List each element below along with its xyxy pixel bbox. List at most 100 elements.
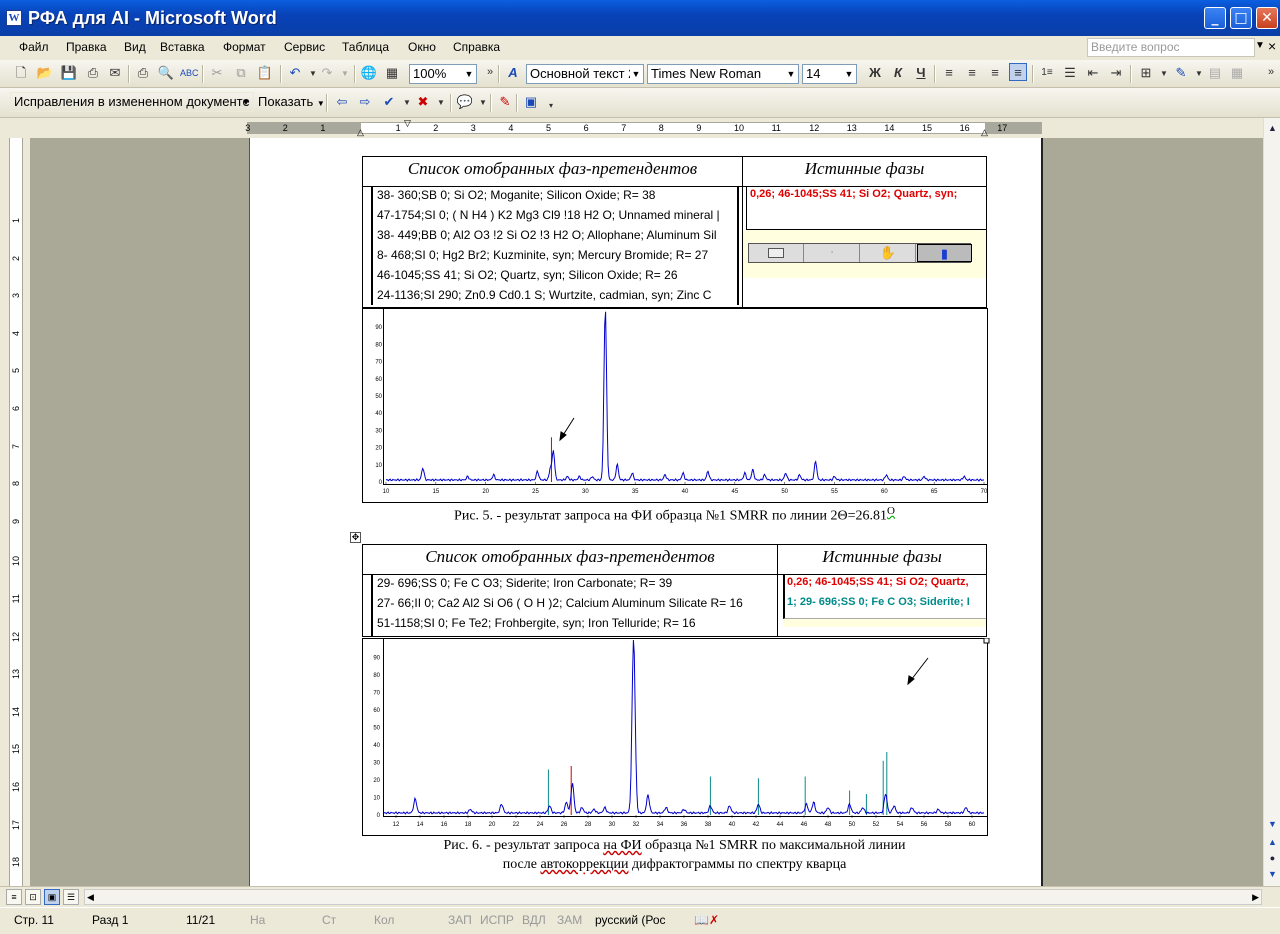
styles-pane-icon[interactable]: A <box>504 64 522 82</box>
menu-format[interactable]: Формат <box>223 40 266 54</box>
style-combo[interactable]: Основной текст 2 ▼ <box>526 64 644 84</box>
true-phases-list[interactable]: 0,26; 46-1045;SS 41; Si O2; Quartz, syn; <box>746 187 986 230</box>
show-menu-button[interactable]: Показать ▼ <box>258 94 325 109</box>
print-icon[interactable]: ⎙ <box>134 64 152 82</box>
horizontal-scrollbar[interactable]: ◀ ▶ <box>84 889 1262 905</box>
paste-icon[interactable]: 📋 <box>256 64 274 82</box>
first-line-indent-marker[interactable]: ▽ <box>404 118 411 129</box>
horizontal-ruler[interactable]: 3 2 1 1 2 3 4 5 6 7 8 9 10 11 12 13 14 15 16 17 ▽ △ △ <box>0 118 1263 138</box>
list-item[interactable]: 38- 360;SB 0; Si O2; Moganite; Silicon O… <box>377 188 655 202</box>
menu-view[interactable]: Вид <box>124 40 146 54</box>
list-item[interactable]: 27- 66;II 0; Ca2 Al2 Si O6 ( O H )2; Cal… <box>377 596 743 610</box>
undo-icon[interactable]: ↶ <box>286 64 304 82</box>
scroll-right-icon[interactable]: ▶ <box>1252 890 1259 904</box>
maximize-button[interactable]: □ <box>1230 7 1252 29</box>
redo-dropdown-icon[interactable]: ▼ <box>336 65 354 83</box>
list-item[interactable]: 47-1754;SI 0; ( N H4 ) K2 Mg3 Cl9 !18 H2… <box>377 208 720 222</box>
select-browse-object-icon[interactable]: ● <box>1265 850 1280 866</box>
document-page[interactable]: Список отобранных фаз-претендентов Истин… <box>249 138 1043 886</box>
reject-dropdown-icon[interactable]: ▼ <box>432 94 450 112</box>
increase-indent-icon[interactable]: ⇥ <box>1107 64 1125 82</box>
bullets-icon[interactable]: ☰ <box>1061 64 1079 82</box>
list-item[interactable]: 24-1136;SI 290; Zn0.9 Cd0.1 S; Wurtzite,… <box>377 288 711 302</box>
toolbar-overflow-icon[interactable]: » <box>481 63 499 81</box>
align-center-icon[interactable]: ≡ <box>963 64 981 82</box>
hyperlink-icon[interactable]: 🌐 <box>360 64 378 82</box>
font-size-combo[interactable]: 14 ▼ <box>802 64 857 84</box>
list-item[interactable]: 38- 449;BB 0; Al2 O3 !2 Si O2 !3 H2 O; A… <box>377 228 717 242</box>
menu-file[interactable]: Файл <box>19 40 49 54</box>
copy-icon[interactable]: ⧉ <box>232 64 250 82</box>
highlight-icon[interactable]: ✎ <box>1172 64 1190 82</box>
new-document-icon[interactable]: 🗋 <box>12 64 30 82</box>
decrease-indent-icon[interactable]: ⇤ <box>1084 64 1102 82</box>
bold-button[interactable]: Ж <box>866 64 884 82</box>
borders-icon[interactable]: ⊞ <box>1137 64 1155 82</box>
help-dropdown-icon[interactable]: ▼ <box>1255 40 1265 51</box>
toolbar-options-icon[interactable]: » <box>1262 63 1280 81</box>
vertical-ruler[interactable]: 12345678910111213141516171819 <box>0 138 30 905</box>
previous-page-icon[interactable]: ▲ <box>1265 834 1280 850</box>
spelling-icon[interactable]: ABC <box>180 64 199 82</box>
next-page-icon[interactable]: ▼ <box>1265 866 1280 882</box>
word-app-icon[interactable]: W <box>6 10 22 26</box>
menu-tools[interactable]: Сервис <box>284 40 325 54</box>
insert-comment-icon[interactable]: 💬 <box>456 93 474 111</box>
reject-change-icon[interactable]: ✖ <box>414 93 432 111</box>
status-track-changes[interactable]: ИСПР <box>480 913 514 927</box>
tables-borders-icon[interactable]: ▦ <box>383 64 401 82</box>
cut-icon[interactable]: ✂ <box>208 64 226 82</box>
status-extend[interactable]: ВДЛ <box>522 913 546 927</box>
list-item[interactable]: 46-1045;SS 41; Si O2; Quartz, syn; Silic… <box>377 268 678 282</box>
menu-window[interactable]: Окно <box>408 40 436 54</box>
normal-view-icon[interactable]: ≡ <box>6 889 22 905</box>
blank-button[interactable]: , <box>805 244 860 262</box>
reviewing-pane-icon[interactable]: ▣ <box>522 93 540 111</box>
true-phases-list[interactable]: 0,26; 46-1045;SS 41; Si O2; Quartz, 1; 2… <box>783 575 986 619</box>
display-for-review-combo[interactable]: Исправления в измененном документе ▼ <box>10 92 254 112</box>
stop-hand-icon[interactable]: ✋ <box>861 244 916 262</box>
toolbar-options-icon[interactable]: ▾ <box>542 97 560 115</box>
outline-view-icon[interactable]: ☰ <box>63 889 79 905</box>
vertical-scrollbar[interactable]: ▲ ▼ ▲ ● ▼ <box>1263 118 1280 886</box>
help-question-input[interactable]: Введите вопрос <box>1087 38 1255 57</box>
previous-change-icon[interactable]: ⇦ <box>333 93 351 111</box>
menu-insert[interactable]: Вставка <box>160 40 205 54</box>
justify-icon[interactable]: ≡ <box>1009 63 1027 81</box>
email-icon[interactable]: ✉ <box>106 64 124 82</box>
left-indent-marker[interactable]: △ <box>357 127 364 138</box>
list-item[interactable]: 1; 29- 696;SS 0; Fe C O3; Siderite; I <box>787 596 970 608</box>
list-item[interactable]: 0,26; 46-1045;SS 41; Si O2; Quartz, <box>787 576 969 588</box>
print-preview-icon[interactable]: 🔍 <box>157 64 175 82</box>
print-layout-view-icon[interactable]: ▣ <box>44 889 60 905</box>
list-item[interactable]: 29- 696;SS 0; Fe C O3; Siderite; Iron Ca… <box>377 576 672 590</box>
spelling-status-icon[interactable]: 📖✗ <box>694 913 719 927</box>
clear-button[interactable] <box>749 244 804 262</box>
permission-icon[interactable]: ⎙ <box>84 64 102 82</box>
status-overtype[interactable]: ЗАМ <box>557 913 582 927</box>
list-item[interactable]: 8- 468;SI 0; Hg2 Br2; Kuzminite, syn; Me… <box>377 248 708 262</box>
candidate-phases-list[interactable]: 29- 696;SS 0; Fe C O3; Siderite; Iron Ca… <box>371 575 775 636</box>
open-icon[interactable]: 📂 <box>36 64 54 82</box>
borders-dropdown-icon[interactable]: ▼ <box>1155 65 1173 83</box>
scroll-up-icon[interactable]: ▲ <box>1265 120 1280 136</box>
accept-change-icon[interactable]: ✔ <box>380 93 398 111</box>
underline-button[interactable]: Ч <box>912 64 930 82</box>
scroll-left-icon[interactable]: ◀ <box>87 890 94 904</box>
list-item[interactable]: 0,26; 46-1045;SS 41; Si O2; Quartz, syn; <box>750 188 957 200</box>
web-view-icon[interactable]: ⊡ <box>25 889 41 905</box>
document-close-icon[interactable]: × <box>1268 38 1276 54</box>
italic-button[interactable]: К <box>889 64 907 82</box>
table-move-handle-icon[interactable]: ✥ <box>350 532 361 543</box>
table-icon[interactable]: ▦ <box>1228 64 1246 82</box>
close-button[interactable]: ✕ <box>1256 7 1278 29</box>
zoom-combo[interactable]: 100% ▼ <box>409 64 477 84</box>
save-icon[interactable]: 💾 <box>60 64 78 82</box>
minimize-button[interactable]: _ <box>1204 7 1226 29</box>
numbering-icon[interactable]: 1≡ <box>1038 64 1056 82</box>
chevron-down-icon[interactable]: ▼ <box>240 93 252 111</box>
redo-icon[interactable]: ↷ <box>318 64 336 82</box>
list-item[interactable]: 51-1158;SI 0; Fe Te2; Frohbergite, syn; … <box>377 616 696 630</box>
status-record[interactable]: ЗАП <box>448 913 472 927</box>
right-indent-marker[interactable]: △ <box>981 127 988 138</box>
